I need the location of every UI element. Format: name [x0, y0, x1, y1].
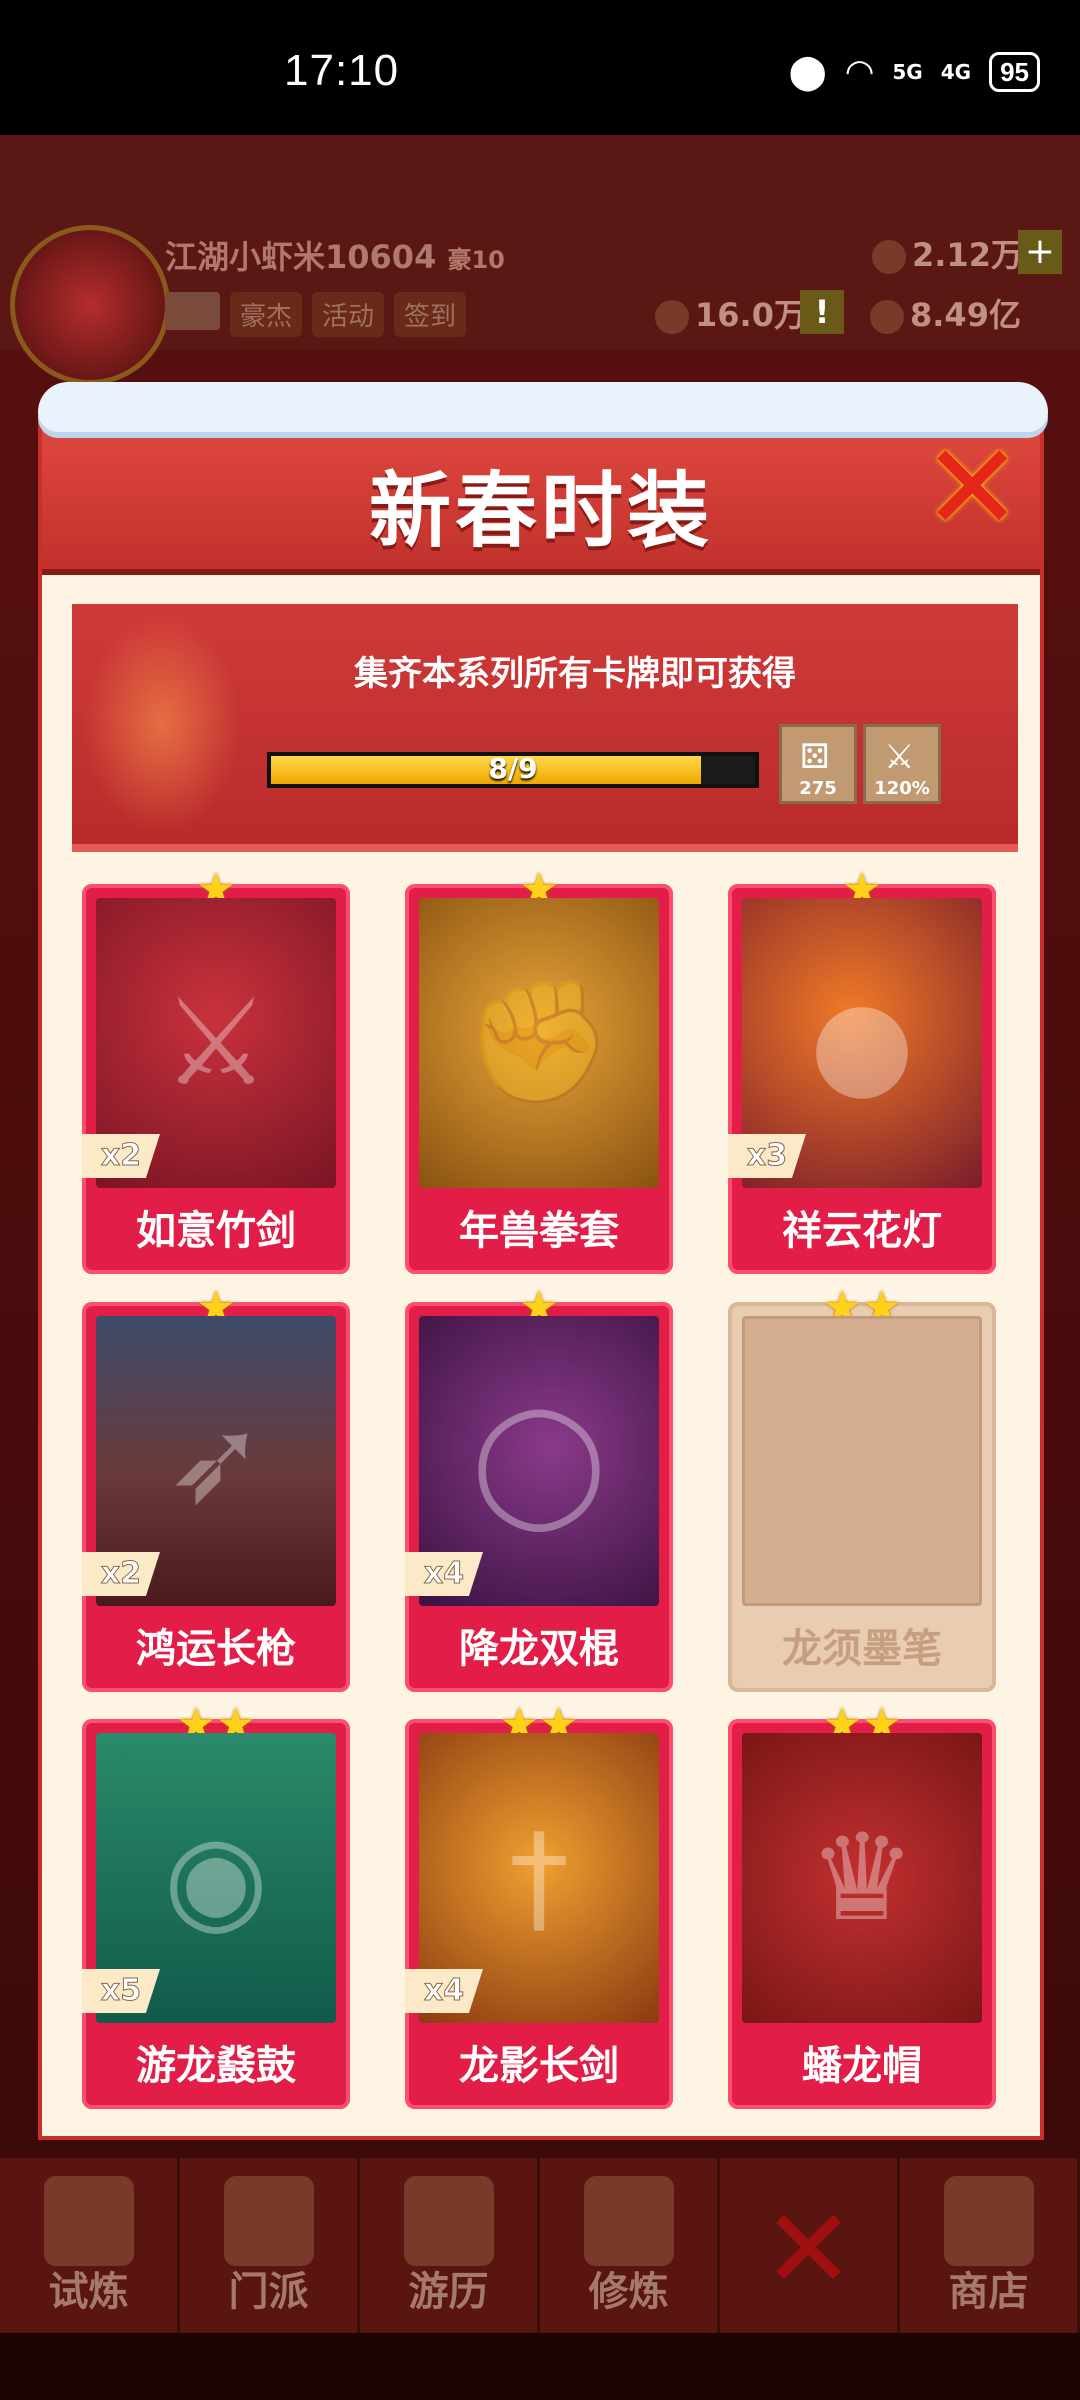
- battery-indicator: 95: [989, 52, 1040, 92]
- card-youlong-drum[interactable]: ★★ ◉ x5 游龙鼗鼓: [82, 1699, 350, 2109]
- add-gems-button[interactable]: +: [1018, 230, 1062, 274]
- signal-4g-icon: 4G: [940, 60, 972, 84]
- card-ruyi-bamboo-sword[interactable]: ★ ⚔ x2 如意竹剑: [82, 864, 350, 1274]
- player-name: 江湖小虾米10604 豪10: [165, 232, 505, 278]
- wifi-icon: ◠: [844, 52, 875, 92]
- bottom-nav: 试炼 门派 游历 修炼 ✕ 商店: [0, 2158, 1080, 2333]
- card-panlong-hat[interactable]: ★★ ♛ 蟠龙帽: [728, 1699, 996, 2109]
- nav-travel[interactable]: 游历: [360, 2158, 540, 2333]
- modal-title: 新春时装: [368, 464, 713, 559]
- nav-close[interactable]: ✕: [720, 2158, 900, 2333]
- dragon-hat-icon: ♛: [808, 1808, 916, 1948]
- reward-sword[interactable]: ⚔ 120%: [863, 724, 941, 804]
- events-button[interactable]: 活动: [312, 292, 385, 337]
- sect-icon: [223, 2176, 314, 2266]
- header-buttons: 豪杰 活动 签到: [165, 292, 467, 337]
- card-label: 如意竹剑: [136, 1208, 296, 1254]
- reward-dice[interactable]: ⚄ 275: [779, 724, 857, 804]
- banner-text: 集齐本系列所有卡牌即可获得: [354, 654, 796, 694]
- checkin-button[interactable]: 签到: [394, 292, 467, 337]
- status-icons: ⬤ ◠ 5G 4G 95: [789, 52, 1040, 92]
- card-label: 龙影长剑: [459, 2043, 619, 2089]
- player-name-text: 江湖小虾米10604: [165, 238, 437, 276]
- power-icon: [655, 300, 689, 334]
- coin-icon: [870, 300, 904, 334]
- nav-cultivate-label: 修炼: [588, 2269, 669, 2315]
- status-bar: 17:10 ⬤ ◠ 5G 4G 95: [0, 0, 1080, 135]
- modal-header: 新春时装 ✕: [38, 382, 1048, 575]
- gem-icon: [872, 240, 906, 274]
- heroes-button[interactable]: 豪杰: [230, 292, 303, 337]
- location-icon: ⬤: [788, 52, 827, 92]
- card-hongyun-spear[interactable]: ★ ➶ x2 鸿运长枪: [82, 1282, 350, 1692]
- nav-travel-label: 游历: [408, 2269, 489, 2315]
- nav-shop-label: 商店: [948, 2269, 1029, 2315]
- vip-badge: 豪10: [447, 246, 505, 274]
- gems-value: 2.12万: [912, 236, 1023, 274]
- nav-cultivate[interactable]: 修炼: [540, 2158, 720, 2333]
- card-label: 鸿运长枪: [136, 1626, 296, 1672]
- clock: 17:10: [284, 46, 400, 95]
- costume-collection-modal: 新春时装 ✕ 集齐本系列所有卡牌即可获得 8/9 ⚄ 275 ⚔ 120% ★ …: [38, 382, 1048, 2140]
- card-longying-sword[interactable]: ★★ † x4 龙影长剑: [405, 1699, 673, 2109]
- card-label: 龙须墨笔: [782, 1626, 942, 1672]
- progress-label: 8/9: [488, 752, 538, 785]
- nav-shop[interactable]: 商店: [900, 2158, 1080, 2333]
- card-nianshou-gauntlets[interactable]: ★ ✊ 年兽拳套: [405, 864, 673, 1274]
- card-art: ♛: [742, 1733, 982, 2023]
- power-counter: 16.0万: [655, 290, 806, 336]
- coins-value: 8.49亿: [910, 296, 1021, 334]
- card-longxu-brush-locked[interactable]: ★★ 龙须墨笔: [728, 1282, 996, 1692]
- card-label: 年兽拳套: [459, 1208, 619, 1254]
- coins-counter: 8.49亿: [870, 290, 1021, 336]
- nav-sect-label: 门派: [228, 2269, 309, 2315]
- close-button[interactable]: ✕: [922, 429, 1023, 549]
- gems-counter: 2.12万: [872, 230, 1023, 276]
- collection-progress-bar: 8/9: [267, 752, 759, 788]
- card-label: 祥云花灯: [782, 1208, 942, 1254]
- close-icon: ✕: [762, 2185, 855, 2313]
- card-label: 蟠龙帽: [802, 2043, 922, 2089]
- nav-sect[interactable]: 门派: [180, 2158, 360, 2333]
- nav-trial-label: 试炼: [48, 2269, 129, 2315]
- reward-sword-value: 120%: [874, 778, 930, 799]
- card-art-placeholder: [742, 1316, 982, 1606]
- nav-trial[interactable]: 试炼: [0, 2158, 180, 2333]
- snow-decoration: [38, 382, 1048, 432]
- card-xiangyun-lantern[interactable]: ★ ● x3 祥云花灯: [728, 864, 996, 1274]
- reward-dice-value: 275: [799, 778, 837, 799]
- system-nav-area: [0, 2333, 1080, 2400]
- card-xianglong-nunchaku[interactable]: ★ ◯ x4 降龙双棍: [405, 1282, 673, 1692]
- card-label: 游龙鼗鼓: [136, 2043, 296, 2089]
- card-art: ✊: [419, 898, 659, 1188]
- mail-icon[interactable]: [165, 292, 220, 330]
- sword-icon: ⚔: [884, 737, 915, 777]
- player-avatar[interactable]: [10, 225, 170, 385]
- travel-icon: [403, 2176, 494, 2266]
- power-value: 16.0万: [695, 296, 806, 334]
- lion-mask-icon: ✊: [464, 973, 614, 1112]
- alert-button[interactable]: !: [800, 290, 844, 334]
- dice-icon: ⚄: [800, 737, 830, 777]
- shop-icon: [943, 2176, 1034, 2266]
- collection-banner: 集齐本系列所有卡牌即可获得 8/9 ⚄ 275 ⚔ 120%: [72, 604, 1018, 852]
- card-label: 降龙双棍: [459, 1626, 619, 1672]
- cultivate-icon: [583, 2176, 674, 2266]
- signal-5g-icon: 5G: [892, 60, 923, 84]
- trial-icon: [43, 2176, 134, 2266]
